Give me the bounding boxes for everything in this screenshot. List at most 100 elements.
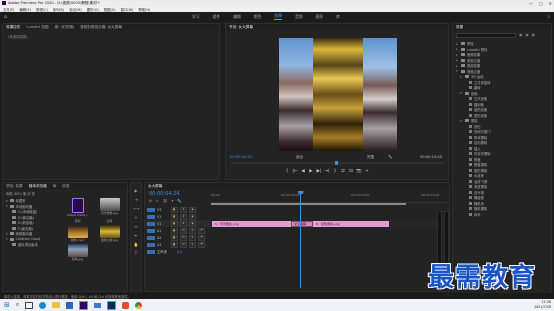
menu-item[interactable]: 标记(M) (69, 7, 81, 12)
transport-button[interactable]: { (284, 169, 290, 174)
transport-button[interactable]: ⊡ (348, 169, 354, 174)
store-icon[interactable] (66, 301, 74, 309)
disclosure-arrow-icon[interactable]: ▾ (460, 75, 463, 79)
marker-icon[interactable]: ▾ (172, 199, 174, 203)
disclosure-arrow-icon[interactable]: ▸ (456, 64, 459, 68)
transport-button[interactable]: } (332, 169, 338, 174)
disclosure-arrow-icon[interactable]: ▾ (6, 232, 8, 236)
media-thumbnail[interactable]: 金色大屏.jpg (95, 225, 124, 242)
track-source-patch[interactable] (147, 249, 155, 254)
workspace-tab[interactable]: 图形 (316, 14, 324, 20)
disclosure-arrow-icon[interactable]: ▾ (6, 237, 8, 241)
mic-icon[interactable]: 🎤 (198, 227, 205, 234)
close-icon[interactable]: ✕ (549, 1, 552, 6)
monitor-scrubber[interactable] (230, 161, 444, 165)
solo-button[interactable]: S (189, 227, 196, 234)
lock-icon[interactable]: 🔒 (171, 213, 178, 220)
mic-icon[interactable]: 🎤 (198, 241, 205, 248)
slip-tool-icon[interactable]: ↔ (134, 224, 139, 229)
windows-start-icon[interactable]: ⊞ (4, 301, 10, 309)
timeline-timecode[interactable]: 00:00:04:24 (149, 191, 180, 197)
media-thumbnail[interactable]: 宣传 (95, 219, 124, 223)
transport-button[interactable]: ▶ (308, 169, 314, 174)
lock-icon[interactable]: 🔒 (171, 227, 178, 234)
disclosure-arrow-icon[interactable]: ▾ (6, 204, 8, 208)
track-source-patch[interactable] (147, 207, 155, 212)
clip-building[interactable]: fx 建筑重叠.png (313, 220, 389, 227)
media-app-icon[interactable] (122, 301, 130, 309)
eye-icon[interactable]: ◉ (189, 220, 196, 227)
search-icon[interactable]: ⌕ (547, 14, 550, 20)
source-panel-tab[interactable]: 音频剪辑混合器: 女大屏幕 (80, 25, 122, 30)
fit-dropdown[interactable]: 适合 (296, 155, 303, 160)
ripple-edit-icon[interactable]: ⟷ (134, 206, 140, 211)
menu-item[interactable]: 序列(S) (53, 7, 65, 12)
type-tool-icon[interactable]: T (134, 251, 139, 256)
taskbar-search-icon[interactable]: ⌕ (16, 301, 19, 309)
disclosure-arrow-icon[interactable]: ▾ (6, 199, 8, 203)
snap-icon[interactable]: ⊂ (156, 199, 159, 203)
track-source-patch[interactable] (147, 221, 155, 226)
photoshop-taskbar-icon[interactable] (107, 300, 117, 310)
sync-icon[interactable]: ⇵ (180, 206, 187, 213)
settings-icon[interactable]: 🔧 (177, 199, 181, 203)
source-panel-tab[interactable]: Lumetri 范围 (26, 25, 48, 30)
effects-search-input[interactable] (456, 33, 516, 38)
premiere-taskbar-icon[interactable] (79, 300, 89, 310)
timeline-ruler[interactable]: 00:00 00:00:05:00 00:00:10:00 00:00:15:00 (211, 191, 447, 203)
yuv-filter-icon[interactable]: ▣ (532, 33, 535, 37)
track-source-patch[interactable] (147, 242, 155, 247)
mute-button[interactable]: M (180, 227, 187, 234)
lock-icon[interactable]: 🔒 (171, 234, 178, 241)
media-thumbnail[interactable]: 建筑.mp4 (63, 225, 92, 242)
menu-item[interactable]: 窗口(W) (121, 7, 134, 12)
effects-tab[interactable]: 效果 (456, 25, 463, 30)
solo-button[interactable]: S (189, 234, 196, 241)
pen-tool-icon[interactable]: ✒ (134, 233, 139, 238)
32bit-filter-icon[interactable]: ▣ (525, 33, 528, 37)
lock-icon[interactable]: 🔒 (171, 206, 178, 213)
disclosure-arrow-icon[interactable]: ▾ (460, 119, 463, 123)
media-thumbnail[interactable]: 序列 (63, 219, 92, 223)
file-explorer-icon[interactable] (52, 302, 61, 308)
work-area-bar[interactable] (211, 203, 406, 205)
mic-icon[interactable]: 🎤 (198, 234, 205, 241)
mute-button[interactable]: M (180, 241, 187, 248)
project-panel-tab[interactable]: 媒体浏览器 (29, 184, 47, 189)
menu-item[interactable]: 剪辑(C) (36, 7, 48, 12)
track-select-icon[interactable]: ⇥ (134, 197, 139, 202)
media-tree-item[interactable]: 团队项目版本 (6, 242, 61, 248)
program-timecode[interactable]: 00:00:04:24 (230, 155, 252, 159)
transport-button[interactable]: ▶| (316, 169, 322, 174)
solo-button[interactable]: S (189, 241, 196, 248)
razor-tool-icon[interactable]: ✂ (134, 215, 139, 220)
menu-item[interactable]: 图形(G) (87, 7, 99, 12)
workspace-tab[interactable]: 学习 (192, 14, 200, 20)
linked-icon[interactable]: ⛓ (163, 199, 168, 203)
media-thumbnail[interactable]: 背景重叠.jpg (95, 198, 124, 217)
project-panel-tab[interactable]: 库 (53, 184, 57, 189)
source-panel-tab[interactable]: 源: (无剪辑) (55, 25, 75, 30)
menu-item[interactable]: 帮助(H) (138, 7, 150, 12)
media-path[interactable]: 电脑 (BIN) 备 测 视 (6, 191, 35, 196)
clip-background[interactable]: fx 背景重叠.png (212, 220, 294, 227)
quality-dropdown[interactable]: 完整 (367, 155, 374, 160)
nest-icon[interactable]: ⊞ (149, 199, 152, 203)
transport-button[interactable]: |← (292, 169, 298, 174)
disclosure-arrow-icon[interactable]: ▸ (456, 53, 459, 57)
eye-icon[interactable]: ◉ (189, 206, 196, 213)
workspace-tab[interactable]: 音频 (295, 14, 303, 20)
media-thumbnail[interactable]: Adobe Premi... (63, 198, 92, 217)
menu-item[interactable]: 编辑(E) (19, 7, 31, 12)
transport-button[interactable]: ◀ (300, 169, 306, 174)
media-thumbnail[interactable]: 建筑.jpg (63, 244, 92, 261)
accelerated-filter-icon[interactable]: ▣ (519, 33, 522, 37)
workspace-tab[interactable]: 颜色 (254, 14, 262, 20)
disclosure-arrow-icon[interactable]: ▸ (456, 58, 459, 62)
workspace-tab[interactable]: 组件 (213, 14, 221, 20)
sync-icon[interactable]: ⇵ (180, 213, 187, 220)
program-monitor-tab[interactable]: 节目: 女大屏幕 (229, 25, 253, 30)
mute-button[interactable]: M (180, 234, 187, 241)
chrome-icon[interactable] (135, 301, 143, 309)
disclosure-arrow-icon[interactable]: ▾ (460, 91, 463, 95)
